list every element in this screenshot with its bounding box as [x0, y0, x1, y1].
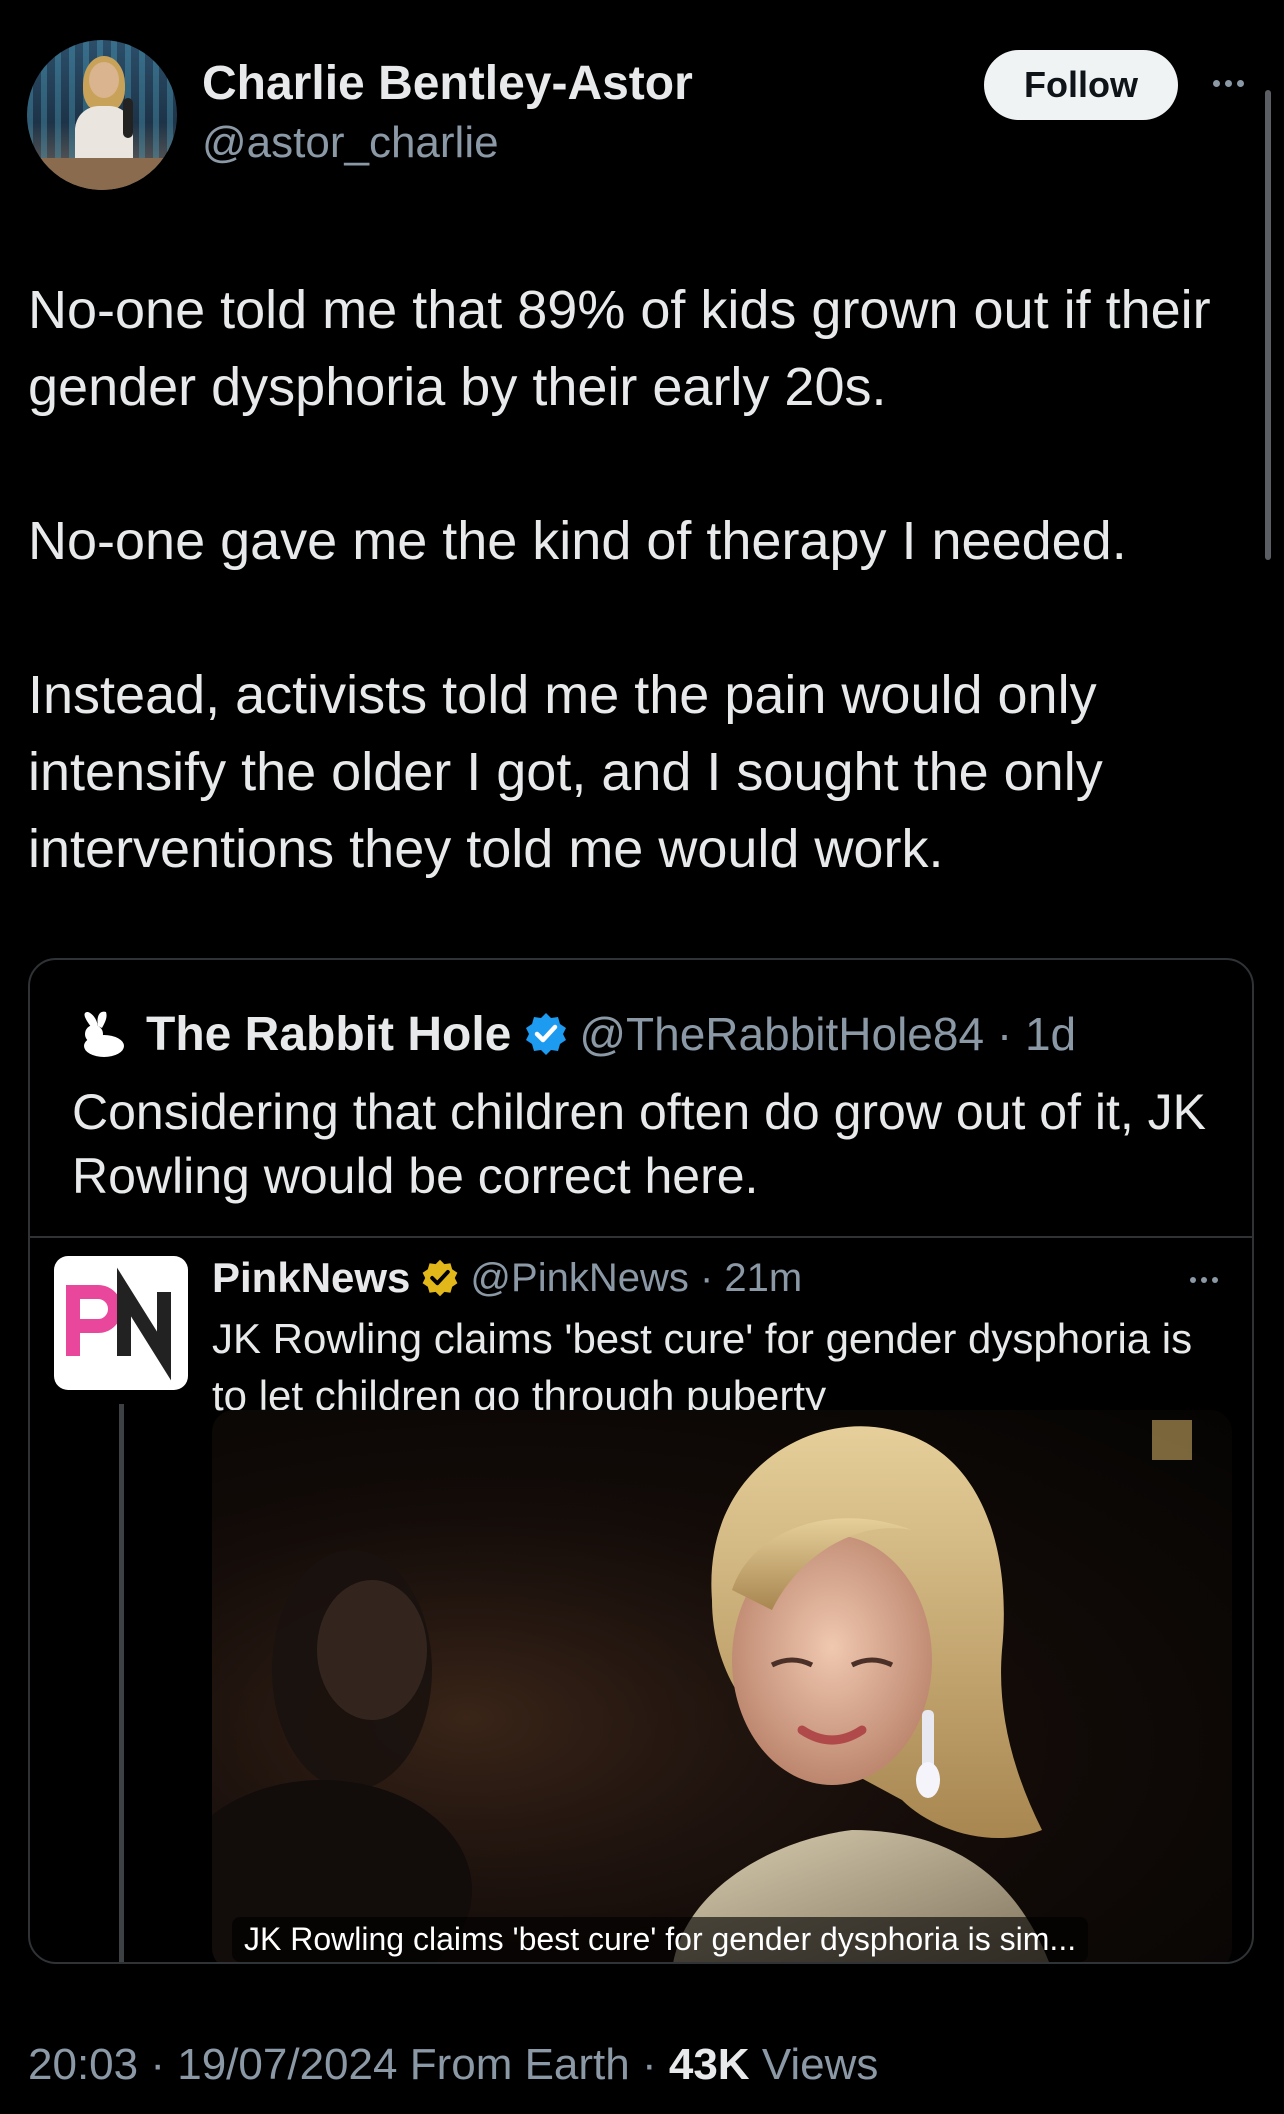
- scrollbar[interactable]: [1265, 90, 1271, 560]
- separator-dot: ·: [641, 2040, 669, 2089]
- tweet-paragraph: No-one gave me the kind of therapy I nee…: [28, 511, 1127, 571]
- tweet-text: No-one told me that 89% of kids grown ou…: [28, 272, 1238, 965]
- separator-dot: ·: [688, 1255, 725, 1300]
- tweet-paragraph: Instead, activists told me the pain woul…: [28, 665, 1103, 879]
- pinknews-logo-icon: [66, 1267, 171, 1381]
- author-avatar[interactable]: [27, 40, 177, 190]
- nested-timestamp: 21m: [724, 1255, 803, 1300]
- article-photo: [212, 1410, 1232, 1962]
- views-label: Views: [761, 2040, 879, 2089]
- pinknews-avatar[interactable]: [54, 1256, 188, 1390]
- tweet-metadata: 20:03 · 19/07/2024 From Earth · 43K View…: [28, 2040, 878, 2090]
- quoted-tweet-text: Considering that children often do grow …: [72, 1084, 1206, 1204]
- article-image[interactable]: JK Rowling claims 'best cure' for gender…: [212, 1410, 1232, 1962]
- author-display-name[interactable]: Charlie Bentley-Astor: [202, 56, 693, 111]
- quoted-author-handle[interactable]: @TheRabbitHole84: [579, 1007, 984, 1061]
- tweet-paragraph: No-one told me that 89% of kids grown ou…: [28, 280, 1211, 417]
- author-handle[interactable]: @astor_charlie: [202, 118, 499, 168]
- nested-author-handle[interactable]: @PinkNews: [470, 1256, 688, 1301]
- tweet-time[interactable]: 20:03: [28, 2040, 138, 2089]
- tweet-date[interactable]: 19/07/2024: [177, 2040, 397, 2089]
- quoted-tweet-card[interactable]: The Rabbit Hole @TheRabbitHole84 · 1d Co…: [28, 958, 1254, 1964]
- thread-line: [119, 1404, 124, 1962]
- nested-quoted-post[interactable]: PinkNews @PinkNews · 21m JK Rowling clai…: [30, 1238, 1252, 1962]
- article-caption: JK Rowling claims 'best cure' for gender…: [232, 1917, 1089, 1962]
- separator-dot: ·: [150, 2040, 178, 2089]
- tweet-source: From Earth: [409, 2040, 630, 2089]
- separator-dot: ·: [984, 1008, 1025, 1060]
- more-options-icon[interactable]: [1204, 68, 1252, 98]
- nested-author-name[interactable]: PinkNews: [212, 1254, 410, 1302]
- rabbit-icon: [84, 1011, 124, 1057]
- nested-post-text: JK Rowling claims 'best cure' for gender…: [212, 1315, 1193, 1419]
- quoted-timestamp: 1d: [1024, 1008, 1077, 1060]
- nested-post-header: PinkNews @PinkNews · 21m: [212, 1250, 802, 1306]
- verified-badge-icon: [526, 1013, 567, 1055]
- quoted-author-name[interactable]: The Rabbit Hole: [146, 1007, 511, 1062]
- follow-button[interactable]: Follow: [984, 50, 1178, 120]
- gold-verified-badge-icon: [423, 1259, 458, 1297]
- nested-more-options-icon[interactable]: [1182, 1270, 1226, 1290]
- views-count: 43K: [668, 2040, 750, 2089]
- quoted-tweet-header: The Rabbit Hole @TheRabbitHole84 · 1d: [78, 1004, 1076, 1064]
